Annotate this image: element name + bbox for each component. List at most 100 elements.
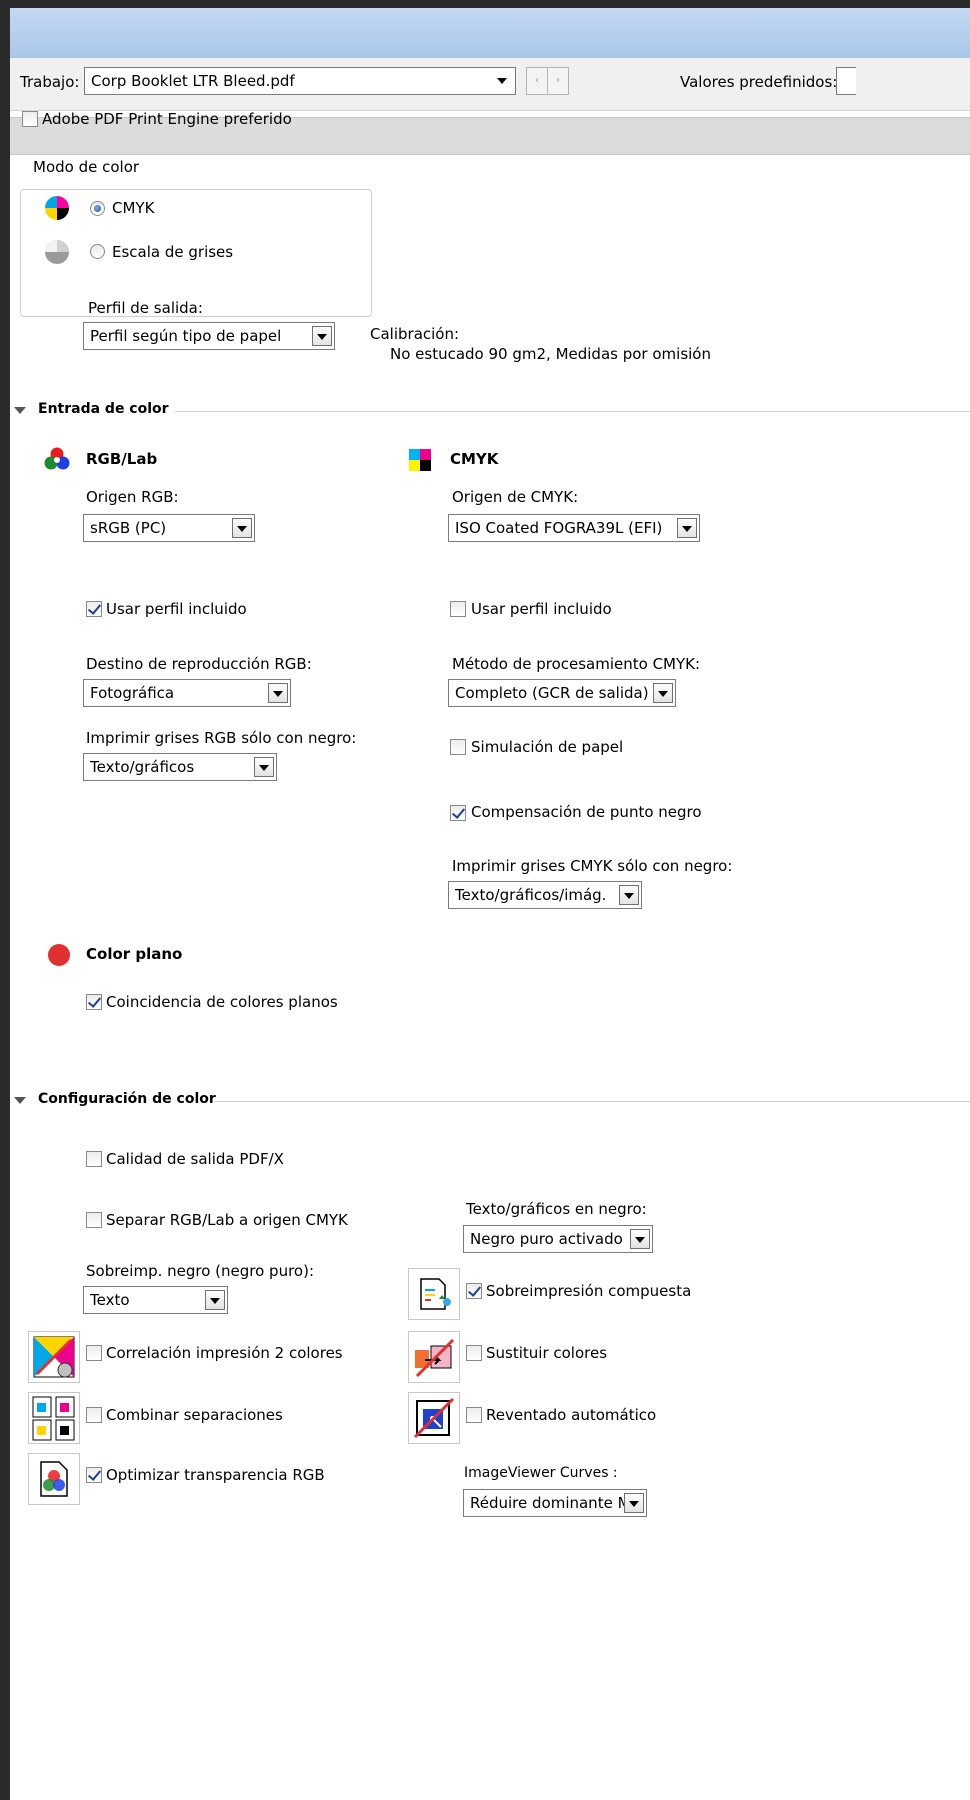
cmyk-squares-icon: [409, 449, 431, 471]
pdfx-checkbox[interactable]: [86, 1151, 102, 1167]
overprint-black-value: Texto: [90, 1291, 130, 1309]
chevron-down-icon: [653, 683, 673, 703]
color-mode-title: Modo de color: [30, 158, 143, 176]
cmyk-method-label: Método de procesamiento CMYK:: [452, 655, 701, 673]
rgb-gray-black-select[interactable]: Texto/gráficos: [83, 753, 277, 781]
overprint-black-label: Sobreimp. negro (negro puro):: [86, 1262, 315, 1280]
cmyk-source-label: Origen de CMYK:: [452, 488, 579, 506]
spot-color-dot-icon: [48, 944, 70, 966]
job-select[interactable]: Corp Booklet LTR Bleed.pdf: [84, 67, 516, 95]
cmyk-title: CMYK: [450, 450, 499, 468]
paper-simulation-checkbox[interactable]: [450, 739, 466, 755]
two-color-print-icon: [28, 1331, 80, 1383]
text-black-select[interactable]: Negro puro activado: [463, 1225, 653, 1253]
imageviewer-curves-select[interactable]: Réduire dominante M: [463, 1489, 647, 1517]
rgb-source-select[interactable]: sRGB (PC): [83, 514, 255, 542]
chevron-down-icon: [254, 757, 274, 777]
grayscale-radio-label: Escala de grises: [112, 243, 234, 261]
composite-overprint-checkbox[interactable]: [466, 1283, 482, 1299]
collapse-triangle-icon[interactable]: [14, 1097, 26, 1104]
grayscale-radio[interactable]: [90, 244, 105, 259]
spot-matching-label: Coincidencia de colores planos: [106, 993, 338, 1011]
spot-matching-checkbox[interactable]: [86, 994, 102, 1010]
chevron-down-icon: [232, 518, 252, 538]
overprint-black-select[interactable]: Texto: [83, 1286, 228, 1314]
color-input-section-title[interactable]: Entrada de color: [38, 401, 169, 417]
rgb-circles-icon: [44, 447, 70, 470]
black-point-compensation-checkbox[interactable]: [450, 805, 466, 821]
chevron-down-icon: [624, 1493, 644, 1513]
two-color-label: Correlación impresión 2 colores: [106, 1344, 343, 1362]
spot-color-title: Color plano: [86, 945, 183, 963]
combine-separations-label: Combinar separaciones: [106, 1406, 283, 1424]
rgb-use-embedded-label: Usar perfil incluido: [106, 600, 247, 618]
composite-overprint-icon: [408, 1268, 460, 1320]
cmyk-method-value: Completo (GCR de salida): [455, 684, 649, 702]
combine-separations-icon: [28, 1392, 80, 1444]
rgb-use-embedded-checkbox[interactable]: [86, 601, 102, 617]
cmyk-use-embedded-label: Usar perfil incluido: [471, 600, 612, 618]
calibration-value: No estucado 90 gm2, Medidas por omisión: [390, 345, 711, 363]
imageviewer-curves-value: Réduire dominante M: [470, 1494, 631, 1512]
substitute-colors-label: Sustituir colores: [486, 1344, 608, 1362]
auto-trapping-checkbox[interactable]: [466, 1407, 482, 1423]
collapse-triangle-icon[interactable]: [14, 407, 26, 414]
window: Trabajo: Corp Booklet LTR Bleed.pdf ‹ › …: [0, 0, 970, 1800]
pdf-engine-label: Adobe PDF Print Engine preferido: [42, 110, 292, 128]
cmyk-gray-black-value: Texto/gráficos/imág.: [455, 886, 607, 904]
rgb-rendering-label: Destino de reproducción RGB:: [86, 655, 312, 673]
rgb-rendering-value: Fotográfica: [90, 684, 175, 702]
paper-simulation-label: Simulación de papel: [471, 738, 624, 756]
section-divider: [215, 1101, 970, 1102]
rgb-source-label: Origen RGB:: [86, 488, 179, 506]
cmyk-radio-label: CMYK: [112, 199, 155, 217]
black-point-compensation-label: Compensación de punto negro: [471, 803, 702, 821]
title-bar: [10, 8, 970, 58]
cmyk-gray-black-select[interactable]: Texto/gráficos/imág.: [448, 881, 642, 909]
auto-trapping-icon: [408, 1392, 460, 1444]
combine-separations-checkbox[interactable]: [86, 1407, 102, 1423]
pdf-engine-checkbox[interactable]: [22, 111, 38, 127]
optimize-transparency-checkbox[interactable]: [86, 1467, 102, 1483]
substitute-colors-checkbox[interactable]: [466, 1345, 482, 1361]
chevron-down-icon: [619, 885, 639, 905]
cmyk-radio[interactable]: [90, 201, 105, 216]
color-settings-section-title[interactable]: Configuración de color: [38, 1091, 216, 1107]
optimize-transparency-icon: [28, 1453, 80, 1505]
presets-select[interactable]: [836, 67, 856, 95]
separate-rgb-label: Separar RGB/Lab a origen CMYK: [106, 1211, 348, 1229]
cmyk-use-embedded-checkbox[interactable]: [450, 601, 466, 617]
rgb-gray-black-label: Imprimir grises RGB sólo con negro:: [86, 729, 357, 747]
cmyk-wheel-icon: [45, 196, 69, 220]
two-color-checkbox[interactable]: [86, 1345, 102, 1361]
output-profile-value: Perfil según tipo de papel: [90, 327, 282, 345]
rgb-rendering-select[interactable]: Fotográfica: [83, 679, 291, 707]
previous-job-button[interactable]: ‹: [526, 67, 548, 95]
rgb-source-value: sRGB (PC): [90, 519, 167, 537]
chevron-down-icon: [677, 518, 697, 538]
text-black-value: Negro puro activado: [470, 1230, 623, 1248]
window-border-left: [0, 0, 10, 1800]
presets-label: Valores predefinidos:: [680, 73, 838, 91]
rgb-lab-title: RGB/Lab: [86, 450, 158, 468]
chevron-down-icon: [312, 326, 332, 346]
grayscale-wheel-icon: [45, 240, 69, 264]
substitute-colors-icon: [408, 1331, 460, 1383]
section-divider: [175, 411, 970, 412]
rgb-gray-black-value: Texto/gráficos: [90, 758, 195, 776]
imageviewer-curves-label: ImageViewer Curves :: [464, 1465, 618, 1481]
output-profile-select[interactable]: Perfil según tipo de papel: [83, 322, 335, 350]
cmyk-method-select[interactable]: Completo (GCR de salida): [448, 679, 676, 707]
cmyk-gray-black-label: Imprimir grises CMYK sólo con negro:: [452, 857, 733, 875]
separate-rgb-checkbox[interactable]: [86, 1212, 102, 1228]
output-profile-label: Perfil de salida:: [88, 299, 203, 317]
optimize-transparency-label: Optimizar transparencia RGB: [106, 1466, 325, 1484]
next-job-button[interactable]: ›: [547, 67, 569, 95]
job-select-value: Corp Booklet LTR Bleed.pdf: [91, 72, 295, 90]
text-black-label: Texto/gráficos en negro:: [466, 1200, 647, 1218]
window-border-top: [0, 0, 970, 8]
cmyk-source-select[interactable]: ISO Coated FOGRA39L (EFI): [448, 514, 700, 542]
chevron-down-icon: [205, 1290, 225, 1310]
chevron-down-icon: [268, 683, 288, 703]
chevron-down-icon: [630, 1229, 650, 1249]
